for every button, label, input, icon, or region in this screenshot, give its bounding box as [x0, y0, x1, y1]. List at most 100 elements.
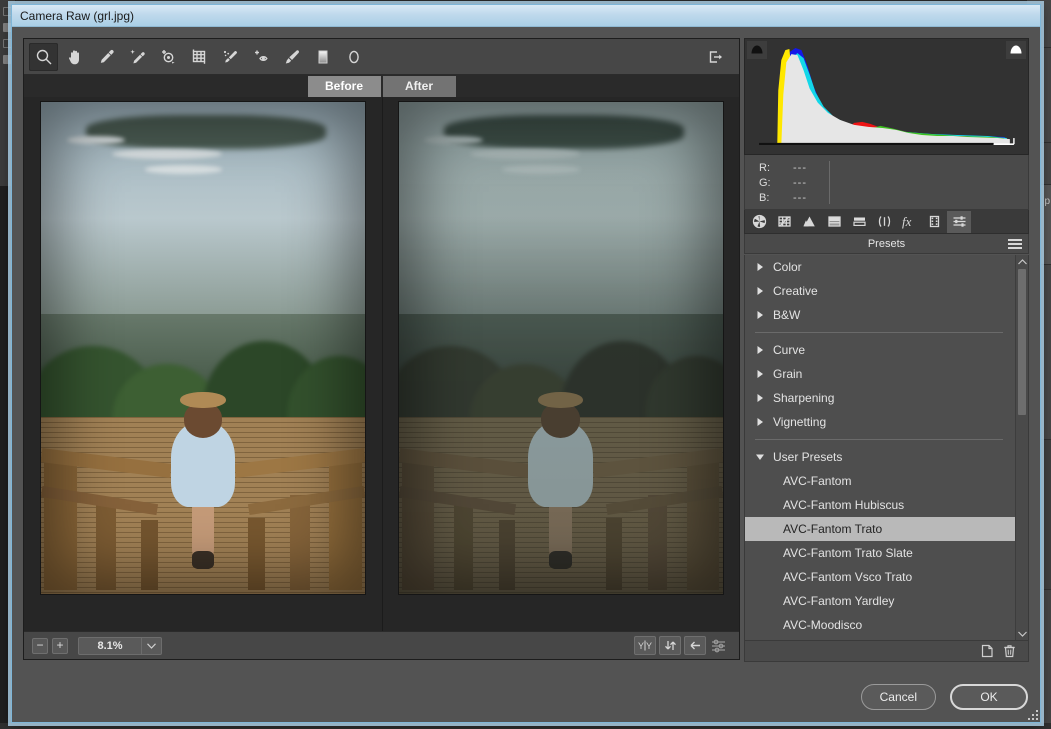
zoom-out-button[interactable]: − [32, 637, 48, 654]
right-panel-column: R: --- G: --- B: --- fx Presets Color Cr… [744, 38, 1029, 662]
chevron-down-icon[interactable] [141, 637, 161, 654]
presets-scroll-area: Color Creative B&W Curve Grain Sharpenin… [745, 255, 1015, 640]
tab-lens-corrections-icon[interactable] [872, 211, 896, 233]
chevron-right-icon [755, 393, 767, 403]
group-divider [755, 332, 1003, 333]
preview-preferences-icon[interactable] [709, 636, 731, 655]
preset-group-grain[interactable]: Grain [745, 362, 1015, 386]
list-item-selected[interactable]: AVC-Fantom Trato [745, 517, 1015, 541]
readout-divider [829, 161, 830, 204]
cancel-button[interactable]: Cancel [860, 684, 936, 710]
preset-group-vignetting[interactable]: Vignetting [745, 410, 1015, 434]
open-preferences-icon[interactable] [700, 43, 729, 71]
preset-group-sharpening[interactable]: Sharpening [745, 386, 1015, 410]
color-sampler-tool-icon[interactable] [122, 43, 151, 71]
tab-split-toning-icon[interactable] [847, 211, 871, 233]
presets-panel-header: Presets [744, 234, 1029, 254]
preset-group-label: Color [773, 260, 802, 274]
white-balance-tool-icon[interactable] [91, 43, 120, 71]
list-item[interactable]: AVC-Fantom Vsco Trato [745, 565, 1015, 589]
preset-group-label: Curve [773, 343, 806, 357]
readout-channel-value: --- [793, 177, 807, 189]
preset-group-label: B&W [773, 308, 801, 322]
before-after-view-icon[interactable]: YY [634, 636, 656, 655]
preview-area [24, 97, 739, 631]
panel-title: Presets [867, 237, 906, 250]
tab-effects-icon[interactable]: fx [897, 211, 921, 233]
list-item[interactable]: AVC-Moody Matt Green [745, 637, 1015, 640]
tab-presets-icon[interactable] [947, 210, 971, 233]
image-preview-pane: Before After − + 8.1% Y Y [23, 38, 740, 660]
preset-group-label: Vignetting [773, 415, 827, 429]
tab-after[interactable]: After [382, 76, 456, 97]
zoom-in-button[interactable]: + [52, 637, 68, 654]
ok-button[interactable]: OK [950, 684, 1028, 710]
list-item[interactable]: AVC-Moodisco [745, 613, 1015, 637]
red-eye-removal-tool-icon[interactable] [246, 43, 275, 71]
before-after-tabs: Before After [24, 75, 739, 97]
targeted-adjustment-tool-icon[interactable] [153, 43, 182, 71]
resize-grip[interactable] [1026, 708, 1038, 720]
radial-filter-tool-icon[interactable] [339, 43, 368, 71]
adjustment-brush-tool-icon[interactable] [277, 43, 306, 71]
backdrop-panel-label: p [1044, 196, 1050, 207]
chevron-right-icon [755, 369, 767, 379]
preview-after[interactable] [381, 97, 739, 631]
tab-tone-curve-icon[interactable] [772, 211, 796, 233]
preset-group-label: Grain [773, 367, 803, 381]
preview-before[interactable] [25, 97, 382, 631]
swap-before-after-icon[interactable] [659, 636, 681, 655]
group-divider [755, 439, 1003, 440]
preset-group-user-presets[interactable]: User Presets [745, 445, 1015, 469]
svg-text:Y: Y [638, 641, 644, 651]
graduated-filter-tool-icon[interactable] [308, 43, 337, 71]
readout-row: G: --- [759, 176, 1028, 191]
copy-after-to-before-icon[interactable] [684, 636, 706, 655]
readout-row: B: --- [759, 191, 1028, 206]
presets-footer [744, 641, 1029, 662]
hand-tool-icon[interactable] [60, 43, 89, 71]
list-item[interactable]: AVC-Fantom Trato Slate [745, 541, 1015, 565]
readout-channel-label: G: [759, 177, 771, 189]
panel-menu-icon[interactable] [1008, 239, 1022, 251]
chevron-right-icon [755, 286, 767, 296]
histogram-panel [744, 38, 1029, 155]
chevron-right-icon [755, 310, 767, 320]
scrollbar-thumb[interactable] [1018, 269, 1026, 415]
zoom-tool-icon[interactable] [29, 42, 58, 71]
presets-scrollbar[interactable] [1015, 255, 1028, 640]
readout-channel-label: R: [759, 162, 770, 174]
chevron-right-icon [755, 417, 767, 427]
preset-group-color[interactable]: Color [745, 255, 1015, 279]
tab-before[interactable]: Before [307, 76, 381, 97]
list-item[interactable]: AVC-Fantom Hubiscus [745, 493, 1015, 517]
preset-group-curve[interactable]: Curve [745, 338, 1015, 362]
photoshop-status-bar [0, 723, 1051, 729]
tab-hsl-grayscale-icon[interactable] [822, 211, 846, 233]
preset-group-label: Creative [773, 284, 818, 298]
chevron-right-icon [755, 262, 767, 272]
tab-camera-calibration-icon[interactable] [922, 211, 946, 233]
zoom-level-value: 8.1% [97, 639, 123, 652]
preset-group-label: User Presets [773, 450, 843, 464]
zoom-controls-bar: − + 8.1% YY [24, 631, 739, 659]
preset-group-bw[interactable]: B&W [745, 303, 1015, 327]
rgb-readout-panel: R: --- G: --- B: --- [744, 155, 1029, 210]
crop-tool-icon[interactable] [184, 43, 213, 71]
spot-removal-tool-icon[interactable] [215, 43, 244, 71]
new-preset-icon[interactable] [976, 642, 998, 660]
chevron-down-icon [755, 452, 767, 462]
tab-basic-icon[interactable] [747, 211, 771, 233]
zoom-level-select[interactable]: 8.1% [78, 636, 162, 655]
tab-detail-icon[interactable] [797, 211, 821, 233]
list-item[interactable]: AVC-Fantom Yardley [745, 589, 1015, 613]
dialog-body: Before After − + 8.1% Y Y R: --- G: --- … [12, 27, 1040, 722]
dialog-title-bar[interactable]: Camera Raw (grl.jpg) [12, 5, 1040, 27]
scroll-up-arrow-icon[interactable] [1016, 255, 1028, 268]
delete-preset-icon[interactable] [998, 642, 1020, 660]
svg-text:Y: Y [646, 641, 652, 651]
camera-raw-dialog: Camera Raw (grl.jpg) Before After − + 8.… [11, 4, 1041, 723]
preset-group-creative[interactable]: Creative [745, 279, 1015, 303]
scroll-down-arrow-icon[interactable] [1016, 627, 1028, 640]
list-item[interactable]: AVC-Fantom [745, 469, 1015, 493]
